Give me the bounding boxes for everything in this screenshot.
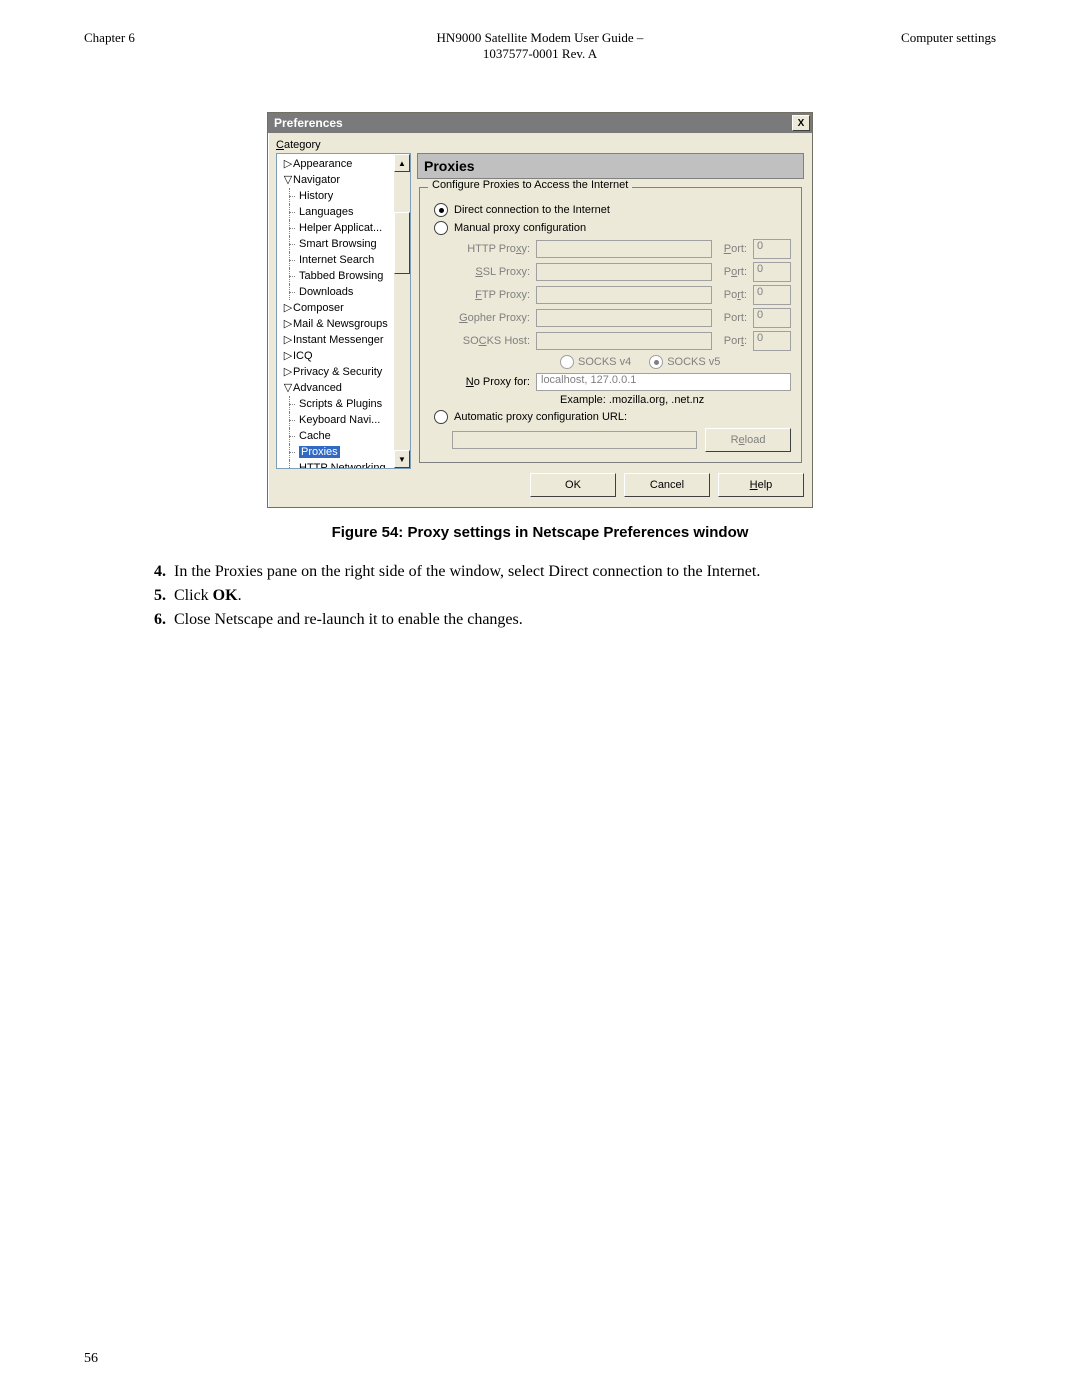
tree-item[interactable]: Cache — [279, 428, 396, 444]
noproxy-input[interactable]: localhost, 127.0.0.1 — [536, 373, 791, 391]
radio-auto[interactable]: Automatic proxy configuration URL: — [434, 410, 791, 424]
ssl-port-input[interactable]: 0 — [753, 262, 791, 282]
port-label: Port: — [724, 243, 747, 255]
figure-caption: Figure 54: Proxy settings in Netscape Pr… — [84, 524, 996, 541]
tree-item[interactable]: Keyboard Navi... — [279, 412, 396, 428]
radio-icon[interactable] — [434, 203, 448, 217]
header-section: Computer settings — [796, 30, 996, 62]
preferences-dialog: Preferences X Category ▷Appearance ▽Navi… — [267, 112, 813, 508]
gopher-proxy-label: Gopher Proxy: — [452, 312, 530, 324]
tree-item[interactable]: ▷Mail & Newsgroups — [279, 316, 396, 332]
tree-item[interactable]: ▷Appearance — [279, 156, 396, 172]
port-label: Port: — [724, 335, 747, 347]
tree-item-selected[interactable]: Proxies — [279, 444, 396, 460]
group-legend: Configure Proxies to Access the Internet — [428, 179, 632, 191]
auto-url-input[interactable] — [452, 431, 697, 449]
ftp-proxy-input[interactable] — [536, 286, 712, 304]
tree-item[interactable]: Helper Applicat... — [279, 220, 396, 236]
socks-port-input[interactable]: 0 — [753, 331, 791, 351]
proxy-group: Configure Proxies to Access the Internet… — [419, 187, 802, 463]
reload-button[interactable]: Reload — [705, 428, 791, 452]
radio-manual[interactable]: Manual proxy configuration — [434, 221, 791, 235]
step-6: 6. Close Netscape and re-launch it to en… — [154, 611, 996, 629]
http-proxy-label: HTTP Proxy: — [452, 243, 530, 255]
http-proxy-input[interactable] — [536, 240, 712, 258]
ftp-proxy-label: FTP Proxy: — [452, 289, 530, 301]
radio-socks4[interactable] — [560, 355, 574, 369]
titlebar: Preferences X — [268, 113, 812, 133]
ssl-proxy-input[interactable] — [536, 263, 712, 281]
port-label: Port: — [724, 312, 747, 324]
step-5: 5. Click OK. — [154, 587, 996, 605]
radio-icon[interactable] — [434, 221, 448, 235]
port-label: Port: — [724, 266, 747, 278]
tree-item[interactable]: ▷Privacy & Security — [279, 364, 396, 380]
radio-direct[interactable]: Direct connection to the Internet — [434, 203, 791, 217]
noproxy-label: No Proxy for: — [452, 376, 530, 388]
tree-item[interactable]: ▷Composer — [279, 300, 396, 316]
http-port-input[interactable]: 0 — [753, 239, 791, 259]
header-chapter: Chapter 6 — [84, 30, 284, 62]
category-tree[interactable]: ▷Appearance ▽Navigator History Languages… — [276, 153, 411, 469]
page-header: Chapter 6 HN9000 Satellite Modem User Gu… — [84, 30, 996, 62]
page-number: 56 — [84, 1351, 98, 1367]
category-label: Category — [276, 139, 804, 151]
tree-item[interactable]: History — [279, 188, 396, 204]
step-4: 4. In the Proxies pane on the right side… — [154, 563, 996, 581]
tree-item[interactable]: ▽Navigator — [279, 172, 396, 188]
scroll-up-icon[interactable]: ▲ — [394, 154, 410, 172]
gopher-proxy-input[interactable] — [536, 309, 712, 327]
socks4-label: SOCKS v4 — [578, 356, 631, 368]
example-text: Example: .mozilla.org, .net.nz — [560, 394, 791, 406]
tree-item[interactable]: ▽Advanced — [279, 380, 396, 396]
help-button[interactable]: Help — [718, 473, 804, 497]
tree-item[interactable]: Smart Browsing — [279, 236, 396, 252]
tree-scrollbar[interactable]: ▲ ▼ — [394, 154, 410, 468]
radio-icon[interactable] — [434, 410, 448, 424]
radio-socks5[interactable] — [649, 355, 663, 369]
close-icon[interactable]: X — [792, 115, 810, 131]
ssl-proxy-label: SSL Proxy: — [452, 266, 530, 278]
tree-item[interactable]: Languages — [279, 204, 396, 220]
tree-item[interactable]: Tabbed Browsing — [279, 268, 396, 284]
pane-title: Proxies — [417, 153, 804, 179]
cancel-button[interactable]: Cancel — [624, 473, 710, 497]
tree-item[interactable]: ▷Instant Messenger — [279, 332, 396, 348]
header-title: HN9000 Satellite Modem User Guide – 1037… — [284, 30, 796, 62]
tree-item[interactable]: Scripts & Plugins — [279, 396, 396, 412]
socks5-label: SOCKS v5 — [667, 356, 720, 368]
port-label: Port: — [724, 289, 747, 301]
socks-host-input[interactable] — [536, 332, 712, 350]
gopher-port-input[interactable]: 0 — [753, 308, 791, 328]
instruction-steps: 4. In the Proxies pane on the right side… — [84, 563, 996, 629]
socks-host-label: SOCKS Host: — [452, 335, 530, 347]
ok-button[interactable]: OK — [530, 473, 616, 497]
scroll-thumb[interactable] — [394, 212, 410, 274]
dialog-title: Preferences — [274, 116, 343, 130]
tree-item[interactable]: HTTP Networking — [279, 460, 396, 469]
tree-item[interactable]: ▷ICQ — [279, 348, 396, 364]
tree-item[interactable]: Downloads — [279, 284, 396, 300]
scroll-down-icon[interactable]: ▼ — [394, 450, 410, 468]
ftp-port-input[interactable]: 0 — [753, 285, 791, 305]
tree-item[interactable]: Internet Search — [279, 252, 396, 268]
